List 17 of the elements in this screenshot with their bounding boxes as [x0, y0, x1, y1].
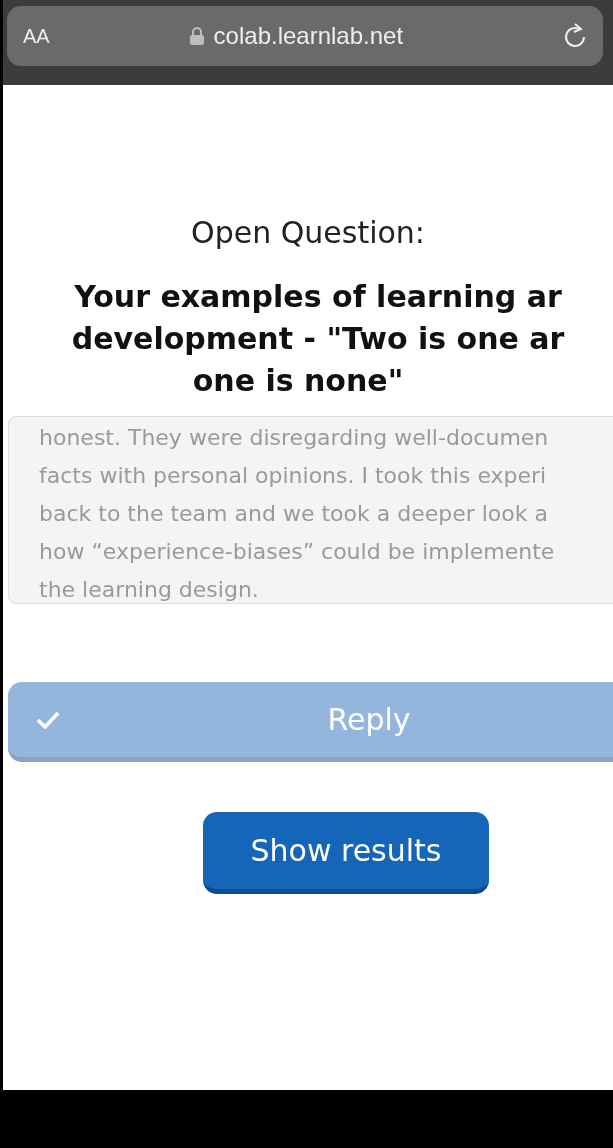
url-text: colab.learnlab.net	[213, 22, 404, 50]
question-title: one is none"	[192, 362, 404, 400]
answer-text: honest. They were disregarding well-documen	[39, 424, 550, 452]
reload-icon[interactable]	[563, 23, 587, 49]
address-bar[interactable]: AA colab.learnlab.net	[7, 6, 603, 66]
answer-text: facts with personal opinions. I took this experi	[39, 462, 548, 490]
check-icon	[36, 710, 60, 729]
lock-icon	[189, 27, 204, 45]
question-label: Open Question:	[190, 215, 426, 250]
answer-text: the learning design.	[39, 576, 260, 603]
question-title: development - "Two is one ar	[71, 320, 565, 358]
question-title: Your examples of learning ar	[74, 278, 562, 316]
text-size-button[interactable]: AA	[23, 24, 50, 48]
answer-box[interactable]	[8, 416, 613, 604]
answer-text: back to the team and we took a deeper look a	[39, 500, 549, 528]
answer-text: how “experience-biases” could be implemente	[39, 538, 556, 566]
show-results-button[interactable]: Show results	[203, 812, 489, 894]
